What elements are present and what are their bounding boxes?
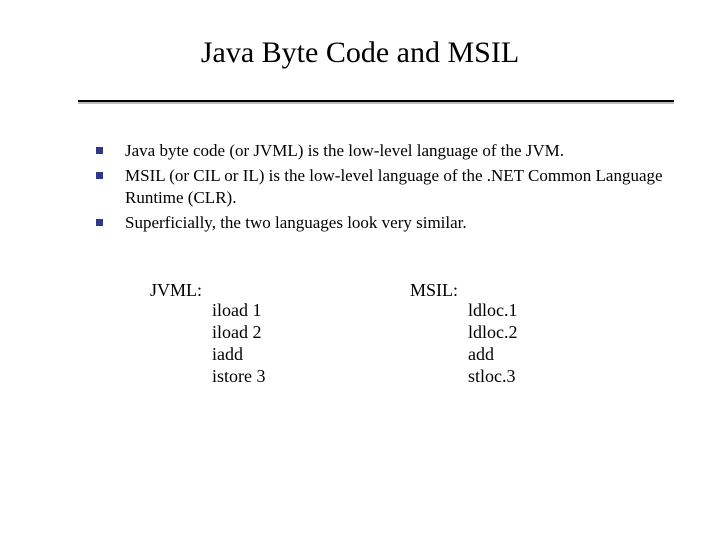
example-left: JVML: iload 1 iload 2 iadd istore 3 bbox=[150, 280, 410, 388]
bullet-icon bbox=[96, 219, 103, 226]
example-lines-left: iload 1 iload 2 iadd istore 3 bbox=[212, 300, 266, 388]
bullet-text: Java byte code (or JVML) is the low-leve… bbox=[125, 140, 694, 161]
slide: Java Byte Code and MSIL Java byte code (… bbox=[0, 0, 720, 540]
list-item: MSIL (or CIL or IL) is the low-level lan… bbox=[96, 165, 694, 208]
bullet-icon bbox=[96, 172, 103, 179]
code-line: ldloc.2 bbox=[468, 322, 518, 344]
bullet-text: MSIL (or CIL or IL) is the low-level lan… bbox=[125, 165, 694, 208]
code-line: iadd bbox=[212, 344, 266, 366]
title-underline bbox=[78, 100, 674, 102]
code-line: iload 1 bbox=[212, 300, 266, 322]
example-label-right: MSIL: bbox=[410, 280, 458, 301]
bullet-icon bbox=[96, 147, 103, 154]
slide-title: Java Byte Code and MSIL bbox=[0, 36, 720, 70]
code-line: istore 3 bbox=[212, 366, 266, 388]
bullet-list: Java byte code (or JVML) is the low-leve… bbox=[96, 140, 694, 237]
example-lines-right: ldloc.1 ldloc.2 add stloc.3 bbox=[468, 300, 518, 388]
code-line: add bbox=[468, 344, 518, 366]
code-examples: JVML: iload 1 iload 2 iadd istore 3 MSIL… bbox=[150, 280, 650, 388]
code-line: stloc.3 bbox=[468, 366, 518, 388]
list-item: Superficially, the two languages look ve… bbox=[96, 212, 694, 233]
example-right: MSIL: ldloc.1 ldloc.2 add stloc.3 bbox=[410, 280, 518, 388]
list-item: Java byte code (or JVML) is the low-leve… bbox=[96, 140, 694, 161]
code-line: ldloc.1 bbox=[468, 300, 518, 322]
bullet-text: Superficially, the two languages look ve… bbox=[125, 212, 694, 233]
code-line: iload 2 bbox=[212, 322, 266, 344]
example-label-left: JVML: bbox=[150, 280, 202, 301]
